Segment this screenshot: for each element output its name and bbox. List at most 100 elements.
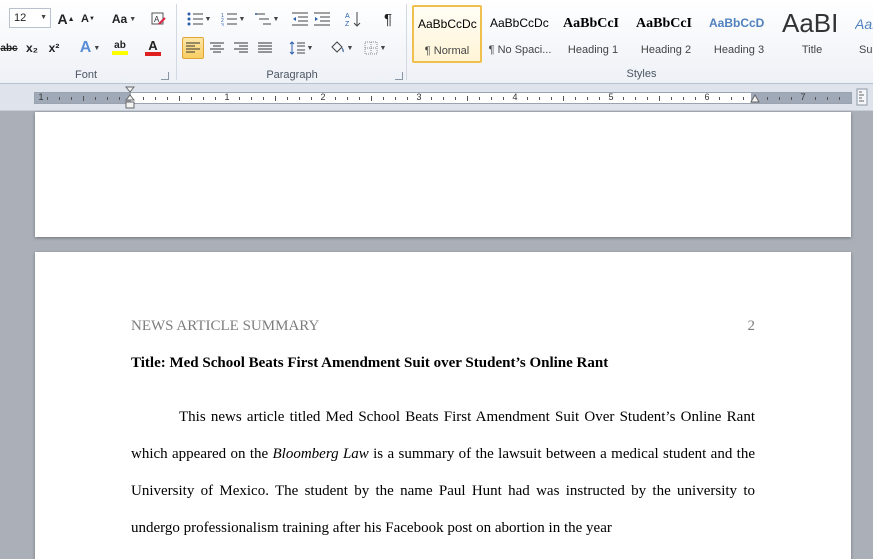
ruler-tick [47,97,48,100]
indent-marker-icon[interactable] [125,86,135,110]
justify-button[interactable] [254,37,276,59]
font-group: 12 ▼ A ▲ A ▼ Aa ▼ A abc x₂ x² A ▼ ab A Font … [0,0,172,84]
style-heading-2[interactable]: AaBbCcI Heading 2 [631,5,701,63]
style-preview: AaBI [782,8,839,38]
ruler-tick [587,97,588,100]
ruler-tick [335,97,336,100]
subscript-button[interactable]: x₂ [22,37,42,59]
document-area[interactable]: NEWS ARTICLE SUMMARY 2 Title: Med School… [0,112,873,559]
chevron-down-icon[interactable]: ▼ [40,14,47,21]
ruler-tick [347,97,348,100]
line-spacing-button[interactable]: ▼ [286,37,316,59]
group-separator [406,4,407,80]
numbering-icon: 123 [221,13,237,26]
style-subtitle[interactable]: AaB Su [850,5,873,63]
page-number[interactable]: 2 [748,318,756,335]
ruler-tick [431,97,432,100]
ruler-tick [791,97,792,100]
font-dialog-launcher[interactable]: launcher [161,72,169,80]
increase-indent-button[interactable] [312,8,332,30]
style-preview: AaBbCcDc [490,16,549,30]
bullets-button[interactable]: ▼ [184,8,214,30]
change-case-button[interactable]: Aa ▼ [108,8,140,30]
ruler-tick [155,97,156,100]
ribbon: 12 ▼ A ▲ A ▼ Aa ▼ A abc x₂ x² A ▼ ab A Font … [0,0,873,84]
style-name: Su [859,44,873,56]
text-effects-button[interactable]: A ▼ [76,37,104,59]
style-title[interactable]: AaBI Title [777,5,847,63]
align-center-button[interactable] [206,37,228,59]
align-right-button[interactable] [230,37,252,59]
font-color-button[interactable]: A [138,37,168,59]
document-title[interactable]: Title: Med School Beats First Amendment … [131,355,608,372]
ruler-tick [191,97,192,100]
grow-font-button[interactable]: A ▲ [56,8,76,30]
ruler-tick [539,97,540,100]
style-preview: AaBbCcD [709,16,765,30]
ruler-tick [623,97,624,100]
ruler-number: 1 [38,92,44,102]
style-name: Heading 1 [567,44,619,56]
borders-button[interactable]: ▼ [360,37,390,59]
ruler-tick [299,97,300,100]
numbering-button[interactable]: 1 2 3 ▼ [218,8,248,30]
ruler-tick [671,97,672,100]
decrease-indent-icon [292,12,308,26]
body-paragraph[interactable]: This news article titled Med School Beat… [131,399,755,547]
highlight-color-bar [112,51,128,55]
shading-button[interactable]: ▼ [326,37,356,59]
ruler-tick [455,97,456,100]
style-heading-3[interactable]: AaBbCcD Heading 3 [704,5,774,63]
superscript-button[interactable]: x² [44,37,64,59]
ruler-tick [263,97,264,100]
ruler-toggle-icon[interactable] [855,88,869,106]
ruler-tick [527,97,528,100]
style-name: ¶ Normal [424,45,470,57]
ruler-tick [659,96,660,101]
style-heading-1[interactable]: AaBbCcI Heading 1 [558,5,628,63]
strikethrough-label: abc [0,42,18,54]
styles-gallery: AaBbCcDc ¶ Normal AaBbCcDc ¶ No Spaci...… [410,3,873,65]
strikethrough-button[interactable]: abc [0,37,18,59]
ruler-tick [287,97,288,100]
font-size-combo[interactable]: 12 ▼ [9,8,51,28]
paragraph-group-label: Paragraph [266,69,318,81]
clear-formatting-icon: A [151,12,166,25]
clear-formatting-button[interactable]: A [148,8,168,30]
highlight-button[interactable]: ab [106,37,134,59]
line-spacing-icon [289,41,305,55]
ruler-tick [647,97,648,100]
svg-text:A: A [345,13,350,20]
ruler-tick [179,96,180,101]
shrink-font-icon: A [81,13,89,25]
align-left-button[interactable] [182,37,204,59]
ruler-number: 7 [800,92,806,102]
multilevel-list-button[interactable]: ▼ [252,8,282,30]
style-no-spacing[interactable]: AaBbCcDc ¶ No Spaci... [485,5,555,63]
ruler-tick [59,97,60,100]
show-formatting-marks-button[interactable]: ¶ [378,8,398,30]
ruler-tick [83,96,84,101]
ruler-tick [767,97,768,100]
horizontal-ruler[interactable]: 1 1 2 3 4 5 6 7 [34,92,852,104]
bullets-icon [187,12,203,26]
page-1[interactable] [35,112,851,237]
highlight-icon: ab [114,40,126,51]
pilcrow-icon: ¶ [383,10,393,28]
ruler-tick [467,96,468,101]
publication-name: Bloomberg Law [272,446,369,462]
right-indent-marker-icon[interactable] [750,94,760,104]
sort-button[interactable]: AZ [342,8,364,30]
ruler-tick [119,97,120,100]
page-header-text[interactable]: NEWS ARTICLE SUMMARY [131,318,319,335]
ruler-tick [107,97,108,100]
page-2[interactable]: NEWS ARTICLE SUMMARY 2 Title: Med School… [35,252,851,559]
style-normal[interactable]: AaBbCcDc ¶ Normal [412,5,482,63]
superscript-label: x² [48,41,60,55]
shrink-font-button[interactable]: A ▼ [78,8,98,30]
paint-bucket-icon [330,41,344,53]
ruler-tick [95,97,96,100]
ruler-tick [815,97,816,100]
decrease-indent-button[interactable] [290,8,310,30]
paragraph-dialog-launcher[interactable]: launcher [395,72,403,80]
